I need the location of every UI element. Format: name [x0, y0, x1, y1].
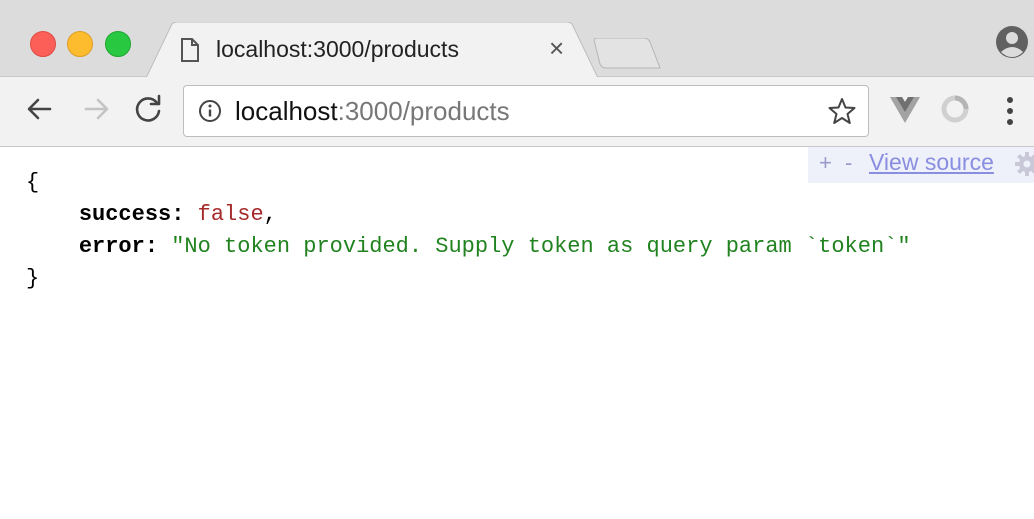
url-host: localhost [235, 96, 338, 126]
minimize-window-button[interactable] [67, 31, 93, 57]
star-icon[interactable] [828, 97, 856, 125]
url-text[interactable]: localhost:3000/products [235, 96, 510, 127]
json-key: success [78, 202, 172, 227]
toolbar: localhost:3000/products [0, 77, 1034, 147]
json-value: "No token provided. Supply token as quer… [171, 234, 911, 259]
title-bar: localhost:3000/products × [0, 0, 1034, 78]
json-key: error [78, 234, 145, 259]
json-field-success: success: false, [78, 202, 277, 227]
menu-icon[interactable] [1004, 95, 1016, 127]
forward-arrow-icon[interactable] [76, 89, 116, 129]
tab-products[interactable]: localhost:3000/products × [146, 22, 598, 78]
profile-icon[interactable] [994, 24, 1030, 60]
back-arrow-icon[interactable] [20, 89, 60, 129]
tab-title: localhost:3000/products [216, 36, 459, 62]
reload-icon[interactable] [128, 89, 168, 129]
json-open-brace: { [26, 170, 40, 195]
close-icon[interactable]: × [549, 34, 564, 62]
json-field-error: error: "No token provided. Supply token … [78, 234, 911, 259]
new-tab-button[interactable] [592, 37, 662, 70]
page-icon [180, 38, 200, 62]
gear-icon[interactable] [1015, 152, 1034, 176]
vue-devtools-icon[interactable] [890, 97, 920, 123]
json-comma: , [263, 202, 277, 227]
address-bar[interactable]: localhost:3000/products [183, 85, 869, 137]
json-body: { success: false, error: "No token provi… [26, 167, 911, 295]
json-close-brace: } [26, 266, 40, 291]
browser-window: localhost:3000/products × localhost:3000… [0, 0, 1034, 519]
url-path: :3000/products [337, 96, 510, 126]
extension-icon[interactable] [940, 94, 970, 124]
info-icon[interactable] [198, 99, 222, 123]
json-value: false [197, 202, 264, 227]
page-content: + - View source { success: false, error:… [0, 147, 1034, 519]
close-window-button[interactable] [30, 31, 56, 57]
maximize-window-button[interactable] [105, 31, 131, 57]
